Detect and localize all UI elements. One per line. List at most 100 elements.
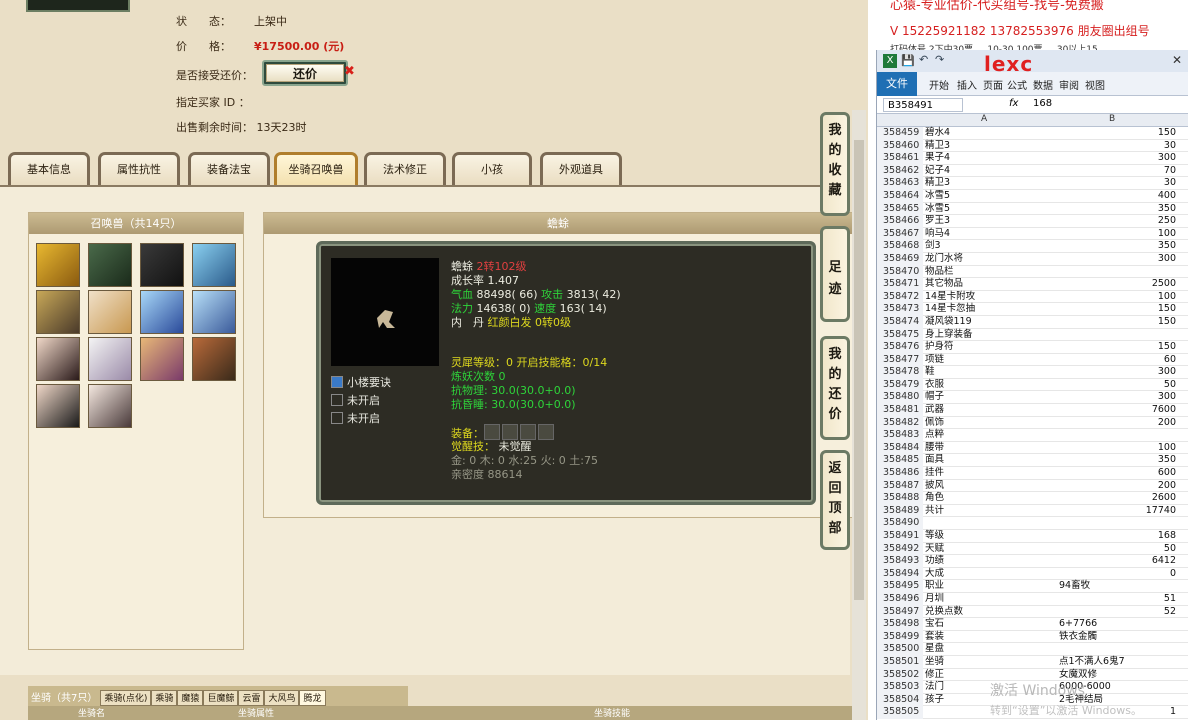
row-number[interactable]: 358473 (877, 303, 923, 316)
cell-a[interactable]: 等级 (925, 530, 944, 543)
cell-b[interactable]: 6+7766 (1059, 618, 1097, 631)
cell-a[interactable]: 项链 (925, 354, 944, 367)
save-icon[interactable]: 💾 (901, 54, 915, 67)
sheet-row[interactable]: 358488 角色 2600 (877, 492, 1188, 505)
ribbon-tab[interactable]: 页面 (983, 77, 1003, 92)
sheet-row[interactable]: 358467 响马4 100 (877, 227, 1188, 241)
cell-a[interactable]: 腰带 (925, 442, 944, 455)
row-number[interactable]: 358463 (877, 177, 923, 190)
sheet-row[interactable]: 358490 (877, 517, 1188, 530)
sheet-row[interactable]: 358489 共计 17740 (877, 504, 1188, 518)
row-number[interactable]: 358490 (877, 517, 923, 530)
row-number[interactable]: 358484 (877, 441, 923, 455)
row-number[interactable]: 358493 (877, 555, 923, 568)
cell-a[interactable]: 佩饰 (925, 417, 944, 430)
cell-b[interactable]: 600 (1158, 467, 1176, 480)
cell-b[interactable]: 60 (1164, 354, 1176, 367)
pet-avatar[interactable] (192, 337, 236, 381)
equip-slot[interactable] (484, 424, 500, 440)
cell-b[interactable]: 7600 (1152, 404, 1176, 417)
pet-avatar[interactable] (88, 290, 132, 334)
row-number[interactable]: 358468 (877, 240, 923, 253)
sheet-row[interactable]: 358498 宝石 6+7766 (877, 618, 1188, 631)
cell-b[interactable]: 200 (1158, 417, 1176, 430)
sheet-row[interactable]: 358465 冰雪5 350 (877, 202, 1188, 216)
cell-a[interactable]: 角色 (925, 492, 944, 505)
cell-a[interactable]: 修正 (925, 669, 944, 682)
row-number[interactable]: 358481 (877, 404, 923, 417)
pet-avatar[interactable] (140, 337, 184, 381)
mount-tab[interactable]: 魔猿 (177, 690, 204, 706)
cell-b[interactable]: 6412 (1152, 555, 1176, 568)
pet-avatar[interactable] (36, 243, 80, 287)
cell-b[interactable]: 150 (1158, 127, 1176, 140)
cell-a[interactable]: 天赋 (925, 543, 944, 556)
cell-b[interactable]: 51 (1164, 593, 1176, 606)
cell-a[interactable]: 宝石 (925, 618, 944, 631)
cell-a[interactable]: 其它物品 (925, 278, 963, 291)
cell-a[interactable]: 衣服 (925, 379, 944, 392)
cell-b[interactable]: 30 (1164, 140, 1176, 153)
sheet-row[interactable]: 358496 月圳 51 (877, 592, 1188, 606)
cell-b[interactable]: 2600 (1152, 492, 1176, 505)
cell-a[interactable]: 职业 (925, 580, 944, 593)
sheet-row[interactable]: 358472 14星卡附攻 100 (877, 290, 1188, 304)
name-box[interactable]: B358491 (883, 98, 963, 112)
fx-icon[interactable]: fx (1009, 98, 1018, 109)
row-number[interactable]: 358504 (877, 693, 923, 707)
sheet-row[interactable]: 358492 天赋 50 (877, 542, 1188, 556)
row-number[interactable]: 358486 (877, 467, 923, 480)
tab-child[interactable]: 小孩 (452, 152, 532, 186)
sheet-row[interactable]: 358481 武器 7600 (877, 404, 1188, 417)
footprint-button[interactable]: 足迹 (820, 226, 850, 322)
sheet-row[interactable]: 358469 龙门水将 300 (877, 252, 1188, 266)
my-favorites-button[interactable]: 我的收藏 (820, 112, 850, 216)
formula-input[interactable]: 168 (1033, 98, 1052, 109)
cell-a[interactable]: 法门 (925, 681, 944, 694)
cell-a[interactable]: 鞋 (925, 366, 935, 379)
mount-tab[interactable]: 大风鸟 (264, 690, 300, 706)
cell-a[interactable]: 凝风袋119 (925, 316, 972, 329)
row-number[interactable]: 358487 (877, 479, 923, 493)
row-number[interactable]: 358502 (877, 668, 923, 682)
sheet-row[interactable]: 358501 坐骑 点1不满人6鬼7 (877, 655, 1188, 669)
cell-b[interactable]: 17740 (1146, 505, 1176, 518)
ribbon-tab[interactable]: 数据 (1033, 77, 1053, 92)
cell-a[interactable]: 月圳 (925, 593, 944, 606)
cell-a[interactable]: 14星卡附攻 (925, 291, 975, 304)
row-number[interactable]: 358477 (877, 353, 923, 367)
row-number[interactable]: 358469 (877, 252, 923, 266)
cell-b[interactable]: 2500 (1152, 278, 1176, 291)
row-number[interactable]: 358465 (877, 202, 923, 216)
row-number[interactable]: 358485 (877, 454, 923, 468)
pet-avatar[interactable] (88, 243, 132, 287)
equip-slot[interactable] (502, 424, 518, 440)
skill-item[interactable]: 未开启 (331, 392, 380, 408)
sheet-row[interactable]: 358483 点粹 (877, 429, 1188, 442)
sheet-row[interactable]: 358495 职业 94畜牧 (877, 580, 1188, 593)
cell-a[interactable]: 坐骑 (925, 656, 944, 669)
cell-b[interactable]: 300 (1158, 366, 1176, 379)
cell-a[interactable]: 功绩 (925, 555, 944, 568)
row-number[interactable]: 358491 (877, 530, 923, 543)
ribbon-tab[interactable]: 插入 (957, 77, 977, 92)
file-tab[interactable]: 文件 (877, 72, 917, 96)
row-number[interactable]: 358460 (877, 139, 923, 153)
skill-item[interactable]: 小楼要诀 (331, 374, 391, 390)
cell-a[interactable]: 碧水4 (925, 127, 950, 140)
pet-avatar[interactable] (36, 384, 80, 428)
pet-avatar[interactable] (140, 243, 184, 287)
mount-tab[interactable]: 乘骑(点化) (100, 690, 152, 706)
sheet-row[interactable]: 358461 果子4 300 (877, 152, 1188, 165)
row-number[interactable]: 358494 (877, 567, 923, 581)
mount-tab[interactable]: 巨魔鲸 (203, 690, 239, 706)
tab-mounts-pets[interactable]: 坐骑召唤兽 (274, 152, 358, 186)
row-number[interactable]: 358495 (877, 580, 923, 593)
row-number[interactable]: 358480 (877, 391, 923, 405)
cell-a[interactable]: 星盘 (925, 643, 944, 656)
cell-a[interactable]: 精卫3 (925, 140, 950, 153)
cell-b[interactable]: 52 (1164, 606, 1176, 619)
row-number[interactable]: 358462 (877, 164, 923, 178)
sheet-row[interactable]: 358491 等级 168 (877, 530, 1188, 543)
cell-b[interactable]: 300 (1158, 391, 1176, 404)
